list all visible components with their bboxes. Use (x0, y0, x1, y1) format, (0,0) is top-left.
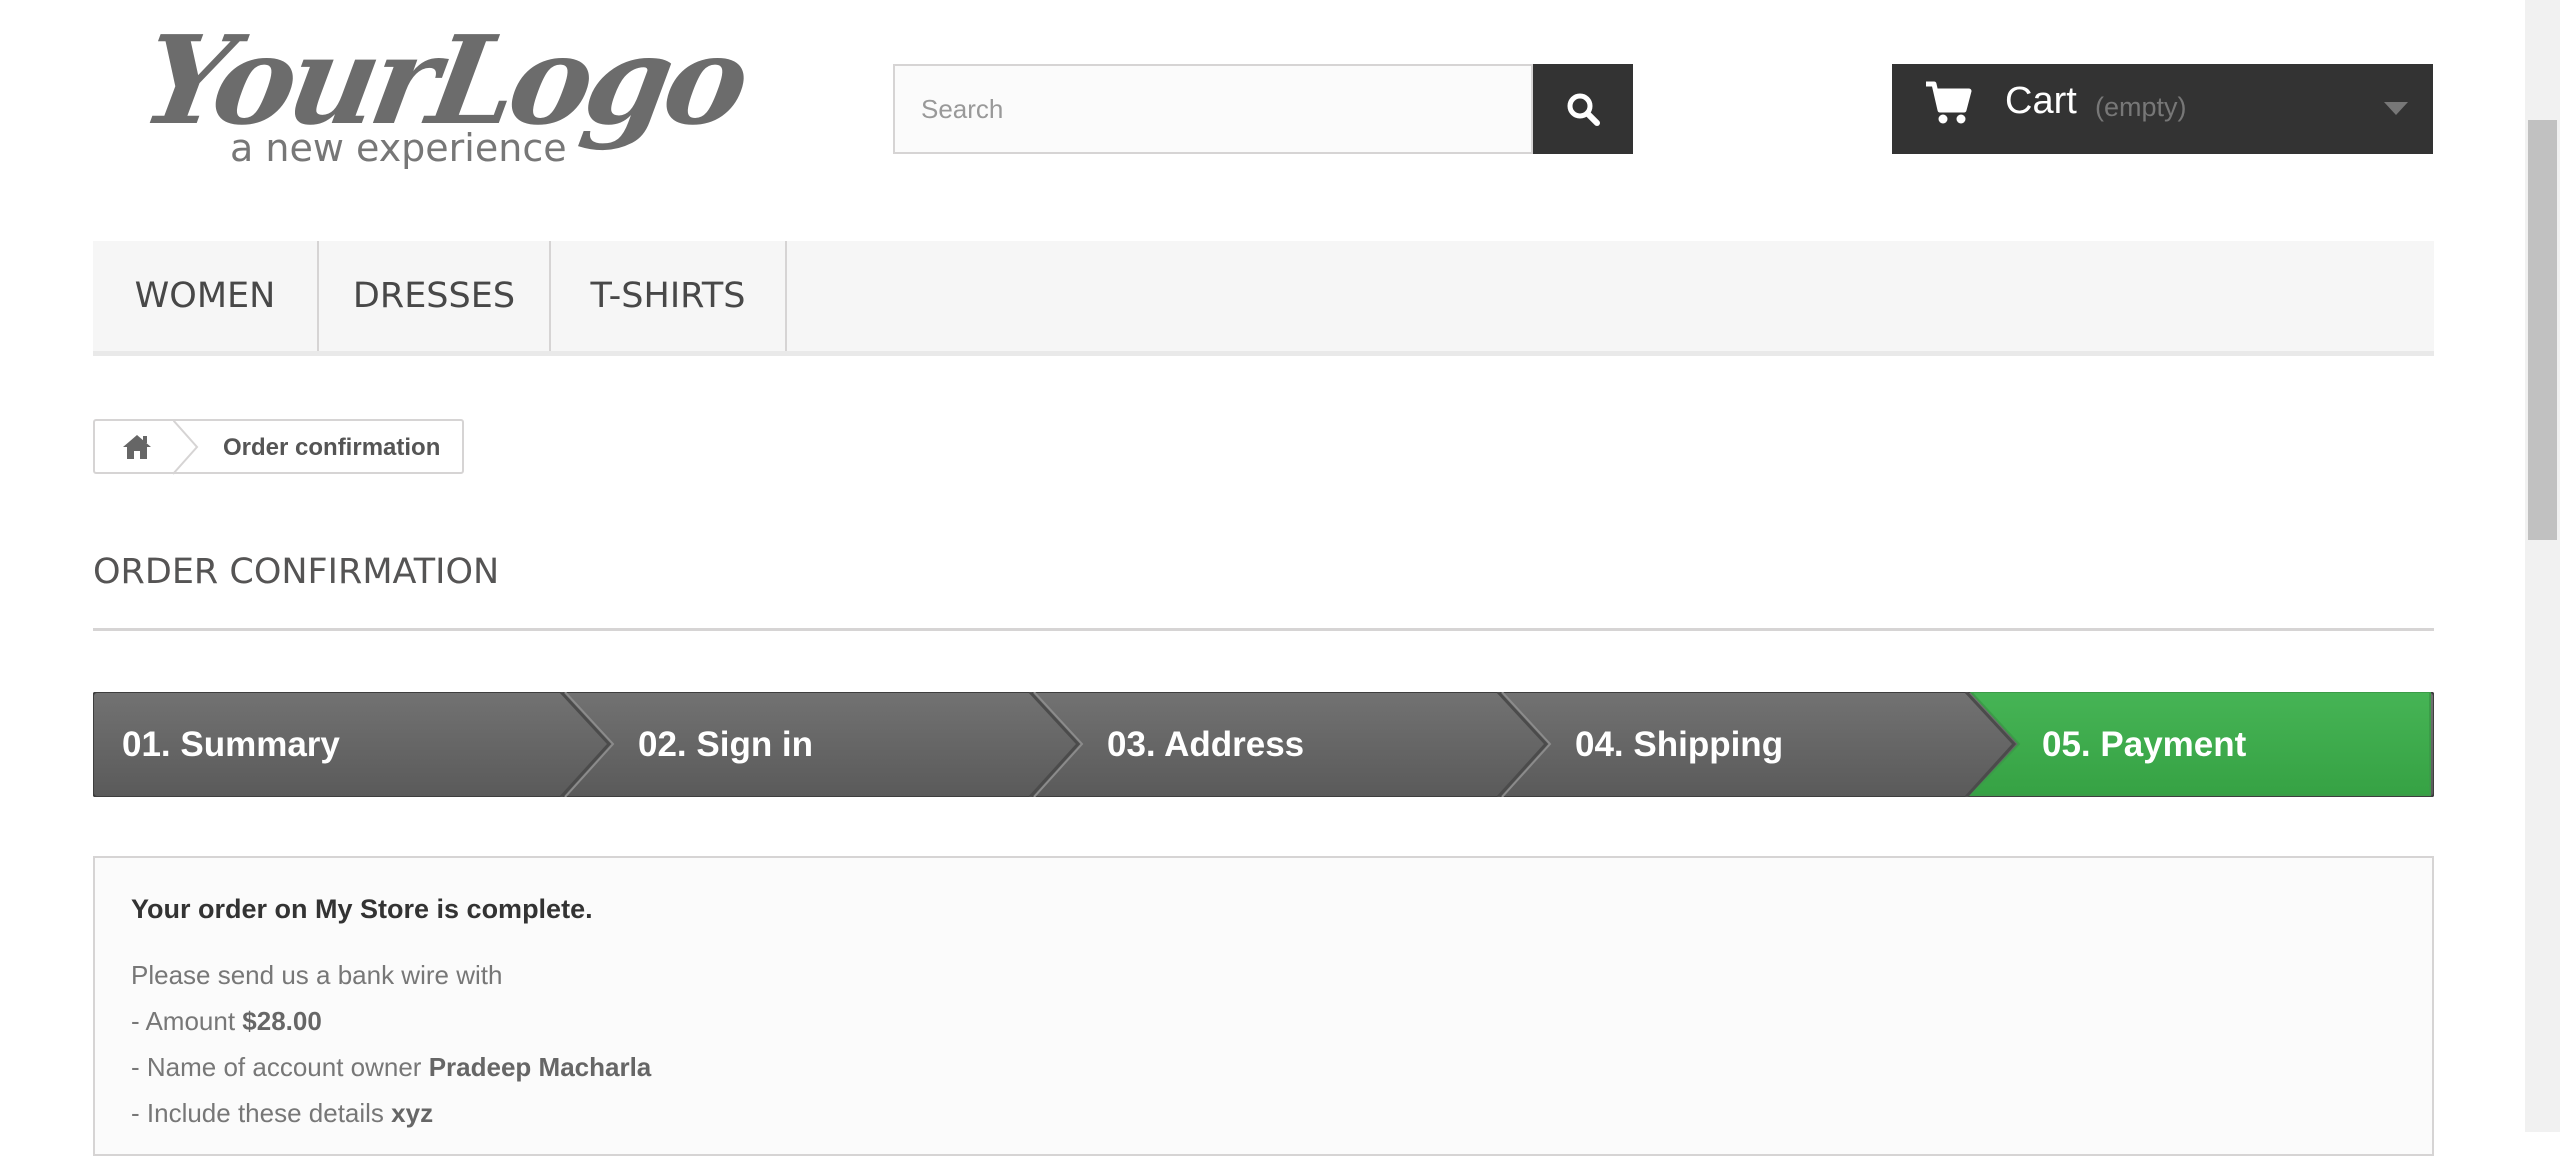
main-menu: WOMEN DRESSES T-SHIRTS (93, 241, 2434, 356)
step-shipping[interactable]: 04. Shipping (1575, 692, 1783, 797)
scrollbar-thumb[interactable] (2528, 120, 2557, 540)
amount-line: - Amount $28.00 (131, 1006, 322, 1037)
confirmation-heading: Your order on My Store is complete. (131, 894, 593, 924)
search-icon (1567, 93, 1600, 126)
breadcrumb-current: Order confirmation (223, 434, 441, 461)
account-owner-value: Pradeep Macharla (428, 1052, 652, 1082)
home-icon (123, 434, 151, 459)
details-line: - Include these details xyz (131, 1098, 433, 1129)
search-input[interactable] (893, 64, 1533, 154)
breadcrumb-home[interactable] (95, 421, 179, 472)
step-summary[interactable]: 01. Summary (122, 692, 340, 797)
details-value: xyz (391, 1098, 434, 1128)
search-button[interactable] (1533, 64, 1633, 154)
breadcrumb: Order confirmation (93, 419, 464, 475)
logo-tagline: a new experience (230, 126, 567, 170)
step-address[interactable]: 03. Address (1107, 692, 1304, 797)
details-label: - Include these details (131, 1098, 392, 1128)
cart-button[interactable]: Cart (empty) (1892, 64, 2433, 154)
store-logo[interactable]: YourLogo a new experience (132, 8, 754, 178)
menu-item-women[interactable]: WOMEN (93, 241, 319, 351)
title-divider (93, 628, 2434, 631)
breadcrumb-separator (173, 420, 199, 475)
checkout-steps: 01. Summary 02. Sign in 03. Address 04. … (93, 692, 2434, 797)
bank-wire-intro: Please send us a bank wire with (131, 960, 503, 990)
cart-label: Cart (2005, 80, 2077, 122)
menu-item-dresses[interactable]: DRESSES (319, 241, 551, 351)
amount-label: - Amount (131, 1006, 243, 1036)
cart-status: (empty) (2095, 92, 2187, 122)
chevron-down-icon (2384, 102, 2408, 115)
page-title: ORDER CONFIRMATION (93, 552, 500, 592)
amount-value: $28.00 (242, 1006, 322, 1036)
account-owner-label: - Name of account owner (131, 1052, 429, 1082)
account-owner-line: - Name of account owner Pradeep Macharla (131, 1052, 651, 1083)
step-sign-in[interactable]: 02. Sign in (638, 692, 813, 797)
step-payment: 05. Payment (2042, 724, 2247, 764)
menu-item-tshirts[interactable]: T-SHIRTS (551, 241, 787, 351)
order-confirmation-box: Your order on My Store is complete. Plea… (93, 856, 2434, 1156)
shopping-cart-icon (1926, 81, 1972, 124)
